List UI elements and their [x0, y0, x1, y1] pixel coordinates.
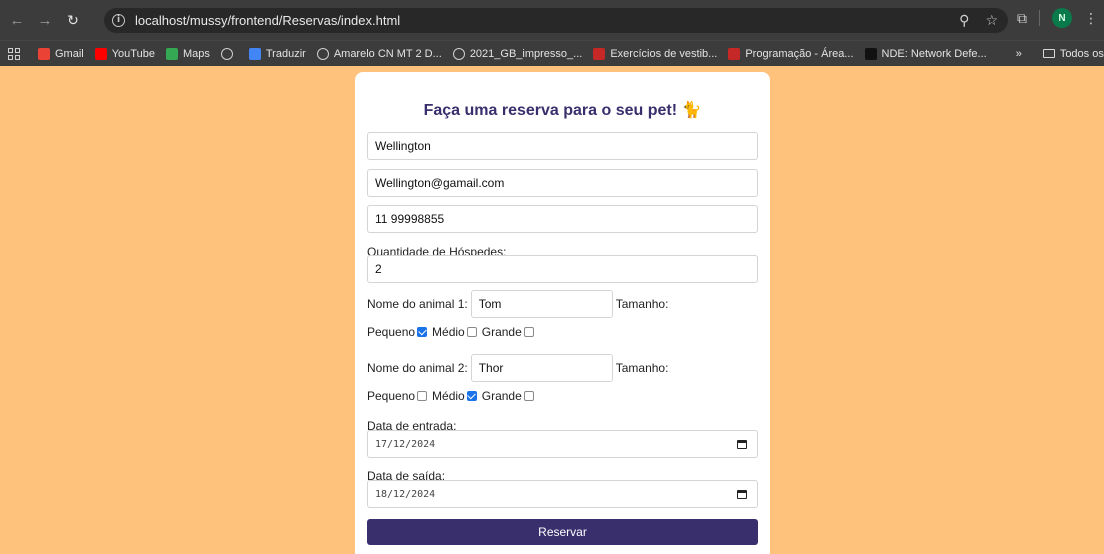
bookmark-item[interactable]: YouTube — [94, 47, 155, 60]
menu-kebab-icon[interactable]: ⋮ — [1084, 10, 1098, 27]
phone-field[interactable]: 11 99998855 — [367, 205, 758, 233]
checkin-date-input[interactable]: 17/12/2024 — [367, 430, 758, 458]
name-field[interactable]: Wellington — [367, 132, 758, 160]
forward-arrow-icon[interactable]: → — [34, 9, 56, 31]
bookmark-label: 2021_GB_impresso_... — [469, 47, 583, 60]
globe-icon — [316, 47, 329, 60]
reserve-button[interactable]: Reservar — [367, 519, 758, 545]
animal-1-size-label: Tamanho: — [615, 297, 669, 311]
site-icon — [593, 47, 606, 60]
reservation-form-card: Faça uma reserva para o seu pet! 🐈 Welli… — [355, 72, 770, 554]
animal-1-name-input[interactable]: Tom — [470, 290, 613, 318]
more-bookmarks-button[interactable]: » — [1016, 48, 1022, 60]
animal-1-medium-label: Médio — [432, 325, 465, 339]
nde-icon — [864, 47, 877, 60]
bookmark-item[interactable]: Maps — [165, 47, 210, 60]
animal-2-size-options: Pequeno Médio Grande — [367, 389, 539, 403]
profile-avatar[interactable]: N — [1052, 8, 1072, 28]
site-icon — [728, 47, 741, 60]
bookmark-label: Traduzir — [265, 47, 306, 60]
checkin-date-value: 17/12/2024 — [375, 438, 436, 450]
bookmark-item[interactable]: Exercícios de vestib... — [593, 47, 718, 60]
maps-icon — [165, 47, 178, 60]
animal-1-large-label: Grande — [481, 325, 522, 339]
animal-2-medium-label: Médio — [432, 389, 465, 403]
url-text: localhost/mussy/frontend/Reservas/index.… — [135, 13, 401, 28]
all-bookmarks-button[interactable]: Todos os favoritos — [1042, 47, 1104, 60]
animal-1-small-checkbox[interactable] — [417, 327, 428, 337]
bookmark-label: YouTube — [111, 47, 155, 60]
bookmark-item[interactable] — [220, 47, 238, 60]
folder-icon — [1042, 49, 1055, 58]
animal-1-size-options: Pequeno Médio Grande — [367, 325, 539, 339]
globe-icon — [452, 47, 465, 60]
zoom-icon[interactable]: ⚲ — [959, 12, 969, 29]
animal-1-medium-checkbox[interactable] — [466, 327, 477, 337]
animal-1-large-checkbox[interactable] — [523, 327, 534, 337]
checkout-date-value: 18/12/2024 — [375, 488, 436, 500]
bookmark-label: Programação - Área... — [745, 47, 854, 60]
gmail-icon — [38, 47, 50, 60]
calendar-icon[interactable] — [737, 439, 747, 449]
cat-emoji-icon: 🐈 — [681, 102, 702, 119]
bookmarks-bar: Gmail YouTube Maps Traduzir Amarelo CN MT 2 … — [0, 40, 1104, 66]
animal-2-label: Nome do animal 2: — [367, 361, 468, 375]
animal-2-small-checkbox[interactable] — [417, 391, 428, 401]
email-field[interactable]: Wellington@gamail.com — [367, 169, 758, 197]
animal-1-row: Nome do animal 1: Tom Tamanho: — [367, 290, 668, 318]
animal-2-size-label: Tamanho: — [615, 361, 669, 375]
bookmark-label: Amarelo CN MT 2 D... — [333, 47, 442, 60]
animal-2-small-label: Pequeno — [367, 389, 416, 403]
animal-2-medium-checkbox[interactable] — [466, 391, 477, 401]
bookmark-star-icon[interactable]: ☆ — [985, 12, 998, 29]
bookmark-item[interactable]: Amarelo CN MT 2 D... — [316, 47, 442, 60]
bookmark-item[interactable]: Gmail — [38, 47, 84, 60]
bookmark-label: Exercícios de vestib... — [610, 47, 718, 60]
browser-toolbar: ← → ↻ i localhost/mussy/frontend/Reserva… — [0, 0, 1104, 40]
calendar-icon[interactable] — [737, 489, 747, 499]
reload-icon[interactable]: ↻ — [62, 9, 84, 31]
animal-1-small-label: Pequeno — [367, 325, 416, 339]
page-title: Faça uma reserva para o seu pet! 🐈 — [355, 100, 770, 120]
title-text: Faça uma reserva para o seu pet! — [423, 102, 678, 119]
back-arrow-icon[interactable]: ← — [6, 9, 28, 31]
bookmark-label: Gmail — [55, 47, 84, 60]
animal-2-name-input[interactable]: Thor — [470, 354, 613, 382]
bookmark-item[interactable]: 2021_GB_impresso_... — [452, 47, 583, 60]
extensions-icon[interactable]: ⧉ — [1017, 10, 1027, 27]
globe-icon — [220, 47, 233, 60]
animal-2-row: Nome do animal 2: Thor Tamanho: — [367, 354, 668, 382]
toolbar-divider — [1039, 10, 1040, 26]
site-info-icon[interactable]: i — [112, 14, 125, 27]
animal-2-large-checkbox[interactable] — [523, 391, 534, 401]
animal-2-large-label: Grande — [481, 389, 522, 403]
bookmark-item[interactable]: NDE: Network Defe... — [864, 47, 987, 60]
bookmark-label: NDE: Network Defe... — [881, 47, 987, 60]
checkout-date-input[interactable]: 18/12/2024 — [367, 480, 758, 508]
animal-1-label: Nome do animal 1: — [367, 297, 468, 311]
address-bar[interactable]: i localhost/mussy/frontend/Reservas/inde… — [104, 8, 1008, 33]
bookmark-label: Maps — [182, 47, 210, 60]
translate-icon — [248, 47, 261, 60]
youtube-icon — [94, 47, 107, 60]
guests-field[interactable]: 2 — [367, 255, 758, 283]
all-bookmarks-label: Todos os favoritos — [1059, 47, 1104, 60]
apps-grid-icon[interactable] — [8, 47, 20, 60]
bookmark-item[interactable]: Programação - Área... — [728, 47, 854, 60]
bookmark-item[interactable]: Traduzir — [248, 47, 306, 60]
